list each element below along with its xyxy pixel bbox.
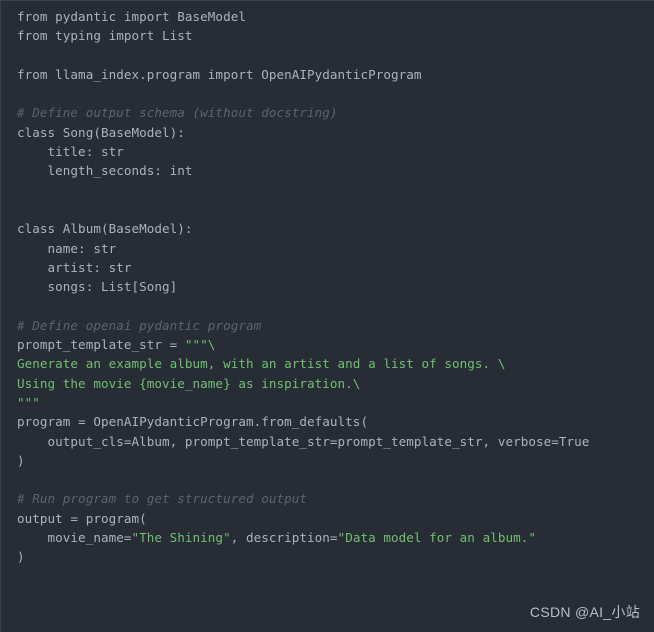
code-text: length_seconds: int — [17, 163, 193, 179]
code-text: artist: str — [17, 259, 132, 275]
code-line: prompt_template_str = """\ — [1, 335, 654, 354]
code-line: class Song(BaseModel): — [1, 123, 654, 142]
code-line-comment: # Define output schema (without docstrin… — [1, 103, 654, 122]
code-text: from llama_index.program import OpenAIPy… — [17, 66, 422, 82]
code-line: title: str — [1, 142, 654, 161]
code-text: name: str — [17, 240, 117, 256]
code-line: class Album(BaseModel): — [1, 219, 654, 238]
code-line: from pydantic import BaseModel — [1, 7, 654, 26]
code-text: , description= — [230, 530, 338, 546]
code-line: from llama_index.program import OpenAIPy… — [1, 65, 654, 84]
string-literal: """ — [17, 394, 40, 410]
code-screenshot: from pydantic import BaseModel from typi… — [0, 0, 654, 632]
comment-text: # Define output schema (without docstrin… — [17, 105, 338, 121]
string-literal: "The Shining" — [131, 530, 231, 546]
string-literal: "Data model for an album." — [337, 530, 536, 546]
code-line-comment: # Define openai pydantic program — [1, 316, 654, 335]
code-line: Generate an example album, with an artis… — [1, 354, 654, 373]
code-line-comment: # Run program to get structured output — [1, 489, 654, 508]
code-line: """ — [1, 393, 654, 412]
code-text: ) — [17, 549, 25, 565]
code-text: output = program( — [17, 510, 147, 526]
code-line: output_cls=Album, prompt_template_str=pr… — [1, 432, 654, 451]
code-text: songs: List[Song] — [17, 279, 178, 295]
code-line: from typing import List — [1, 26, 654, 45]
code-line: artist: str — [1, 258, 654, 277]
string-literal: Generate an example album, with an artis… — [17, 356, 506, 372]
code-line: songs: List[Song] — [1, 277, 654, 296]
comment-text: # Define openai pydantic program — [17, 317, 262, 333]
code-text: class Album(BaseModel): — [17, 221, 193, 237]
code-line: Using the movie {movie_name} as inspirat… — [1, 374, 654, 393]
code-line: length_seconds: int — [1, 161, 654, 180]
code-text: from typing import List — [17, 28, 193, 44]
comment-text: # Run program to get structured output — [17, 491, 308, 507]
code-line: movie_name="The Shining", description="D… — [1, 528, 654, 547]
code-text: ) — [17, 452, 25, 468]
code-line: ) — [1, 451, 654, 470]
string-literal: """\ — [184, 337, 216, 353]
code-block[interactable]: from pydantic import BaseModel from typi… — [1, 7, 654, 567]
code-text: title: str — [17, 144, 124, 160]
code-text: program = OpenAIPydanticProgram.from_def… — [17, 414, 369, 430]
code-line: program = OpenAIPydanticProgram.from_def… — [1, 412, 654, 431]
code-line: name: str — [1, 239, 654, 258]
code-text: movie_name= — [17, 530, 132, 546]
code-text: output_cls=Album, prompt_template_str=pr… — [17, 433, 590, 449]
code-text: prompt_template_str = — [17, 337, 185, 353]
code-line: ) — [1, 547, 654, 566]
code-line: output = program( — [1, 509, 654, 528]
string-literal: Using the movie {movie_name} as inspirat… — [17, 375, 361, 391]
watermark-label: CSDN @AI_小站 — [529, 604, 640, 620]
code-text: from pydantic import BaseModel — [17, 9, 246, 24]
code-text: class Song(BaseModel): — [17, 124, 185, 140]
